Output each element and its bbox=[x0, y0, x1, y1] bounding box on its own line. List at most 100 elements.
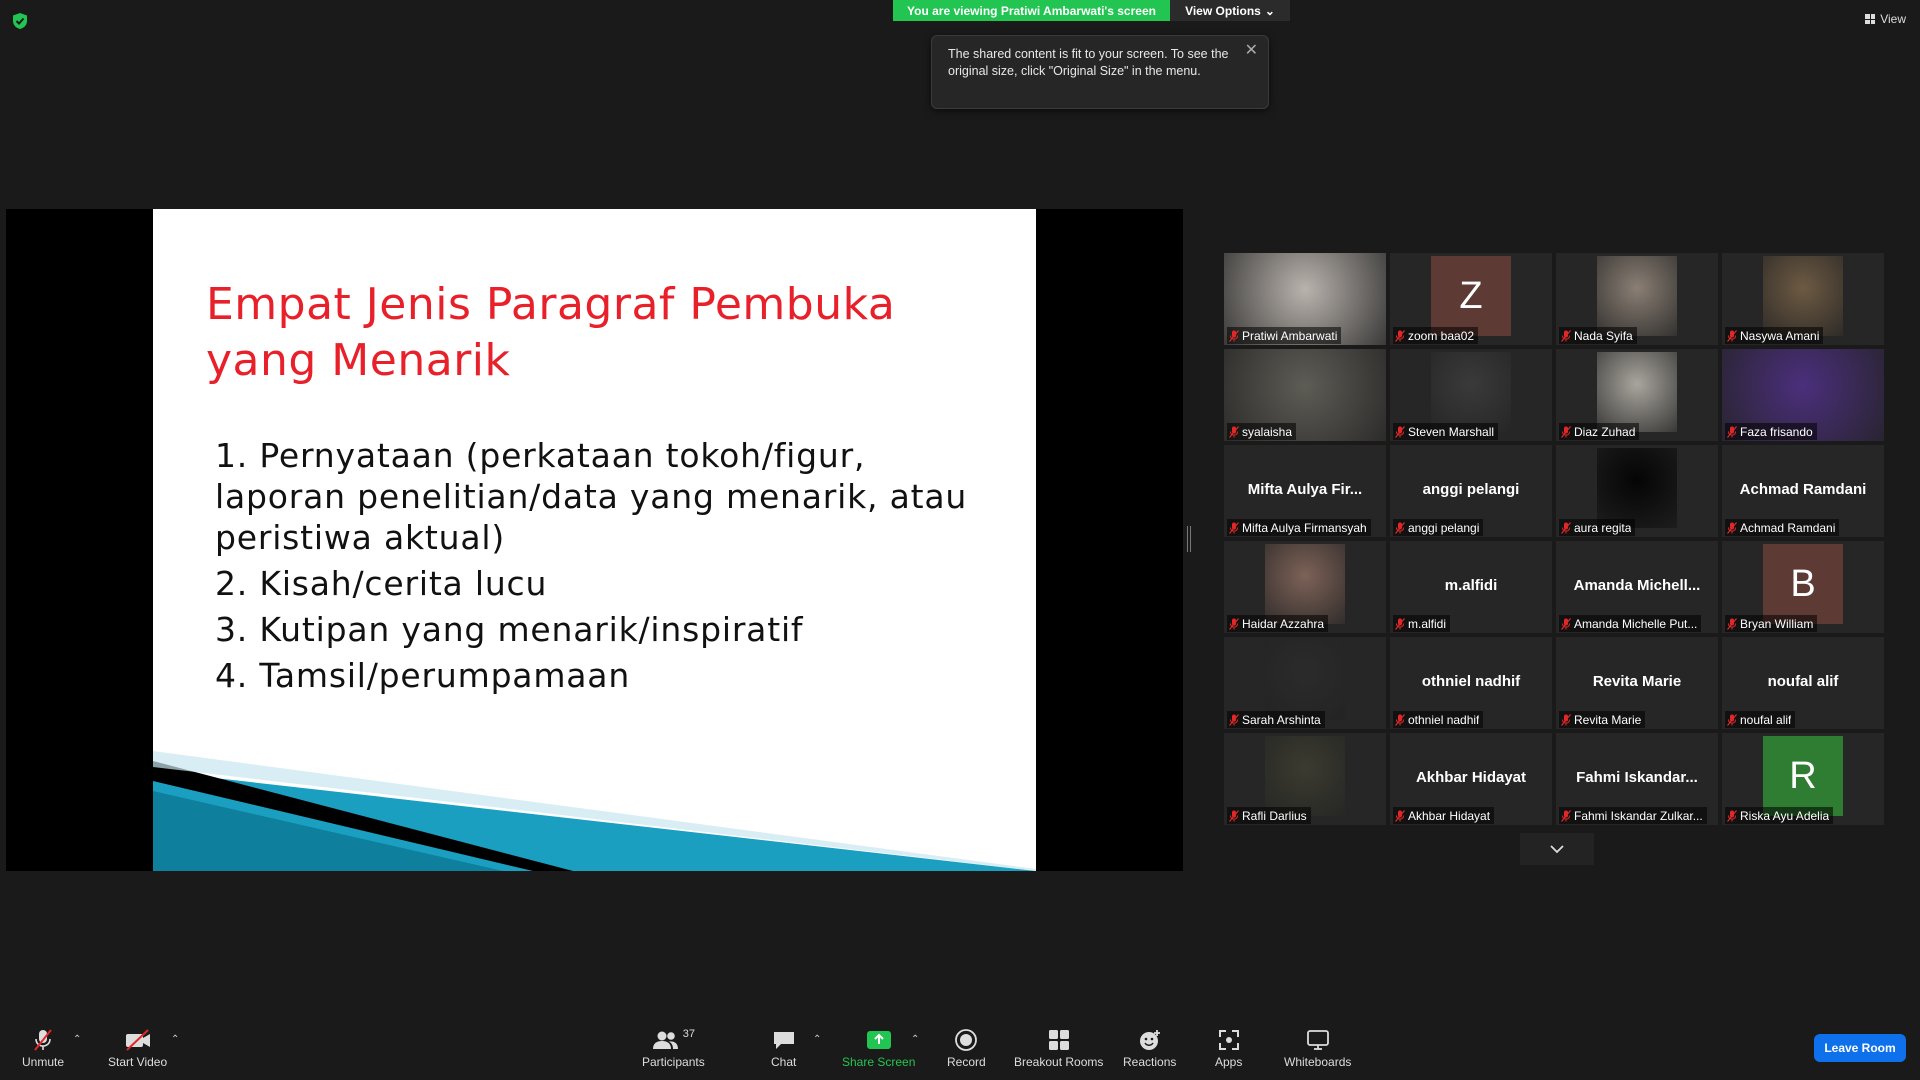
record-button[interactable]: Record bbox=[947, 1028, 986, 1069]
mic-muted-icon bbox=[1561, 521, 1571, 534]
participant-tile[interactable]: Rafli Darlius bbox=[1224, 733, 1386, 825]
shared-screen: Empat Jenis Paragraf Pembuka yang Menari… bbox=[6, 209, 1183, 871]
mic-muted-icon bbox=[1561, 425, 1571, 438]
participants-button[interactable]: 37 Participants bbox=[642, 1028, 705, 1069]
participant-tile[interactable]: Haidar Azzahra bbox=[1224, 541, 1386, 633]
participant-tile[interactable]: Faza frisando bbox=[1722, 349, 1884, 441]
participant-name: Riska Ayu Adelia bbox=[1740, 808, 1830, 823]
close-icon[interactable]: ✕ bbox=[1245, 42, 1258, 59]
participant-tile[interactable]: B Bryan William bbox=[1722, 541, 1884, 633]
participant-name-label: Pratiwi Ambarwati bbox=[1227, 327, 1342, 344]
participant-tile[interactable]: Achmad Ramdani Achmad Ramdani bbox=[1722, 445, 1884, 537]
slide-list-item: 2. Kisah/cerita lucu bbox=[215, 564, 548, 603]
share-options-caret-icon[interactable]: ⌃ bbox=[911, 1034, 919, 1045]
participant-tile[interactable]: othniel nadhif othniel nadhif bbox=[1390, 637, 1552, 729]
participant-name: Nasywa Amani bbox=[1740, 328, 1820, 343]
participant-name-label: Nada Syifa bbox=[1559, 327, 1637, 344]
participant-name-label: Steven Marshall bbox=[1393, 423, 1499, 440]
participant-name: othniel nadhif bbox=[1408, 712, 1480, 727]
view-options-label: View Options bbox=[1185, 3, 1261, 18]
slide-title-line1: Empat Jenis Paragraf Pembuka bbox=[206, 279, 896, 330]
participant-tile[interactable]: Pratiwi Ambarwati bbox=[1224, 253, 1386, 345]
whiteboards-button[interactable]: Whiteboards bbox=[1284, 1028, 1351, 1069]
slide-title-line2: yang Menarik bbox=[206, 335, 511, 386]
chevron-down-icon bbox=[1550, 844, 1564, 853]
participant-tile[interactable]: R Riska Ayu Adelia bbox=[1722, 733, 1884, 825]
leave-room-button[interactable]: Leave Room bbox=[1814, 1034, 1906, 1062]
fit-to-screen-tooltip: The shared content is fit to your screen… bbox=[931, 35, 1269, 109]
audio-options-caret-icon[interactable]: ⌃ bbox=[73, 1034, 81, 1045]
participant-name-label: Akhbar Hidayat bbox=[1393, 807, 1495, 824]
start-video-button[interactable]: Start Video bbox=[108, 1028, 167, 1069]
participant-name: Pratiwi Ambarwati bbox=[1242, 328, 1338, 343]
participant-name: Bryan William bbox=[1740, 616, 1814, 631]
apps-button[interactable]: Apps bbox=[1215, 1028, 1242, 1069]
participant-tile[interactable]: Zzoom baa02 bbox=[1390, 253, 1552, 345]
viewing-screen-banner: You are viewing Pratiwi Ambarwati's scre… bbox=[893, 0, 1170, 21]
participant-name: Amanda Michelle Put... bbox=[1574, 616, 1698, 631]
participant-display-name: noufal alif bbox=[1767, 673, 1839, 690]
participant-tile[interactable]: Steven Marshall bbox=[1390, 349, 1552, 441]
view-button[interactable]: View bbox=[1865, 12, 1906, 26]
reactions-label: Reactions bbox=[1123, 1055, 1177, 1069]
mic-muted-icon bbox=[1561, 713, 1571, 726]
mic-muted-icon bbox=[1561, 617, 1571, 630]
participant-tile[interactable]: Amanda Michell... Amanda Michelle Put... bbox=[1556, 541, 1718, 633]
start-video-label: Start Video bbox=[108, 1055, 168, 1069]
chat-label: Chat bbox=[771, 1055, 797, 1069]
mic-muted-icon bbox=[1229, 713, 1239, 726]
panel-resize-handle[interactable] bbox=[1187, 526, 1191, 552]
video-options-caret-icon[interactable]: ⌃ bbox=[171, 1034, 179, 1045]
participant-video bbox=[1265, 544, 1345, 624]
mic-muted-icon bbox=[1727, 809, 1737, 822]
mic-muted-icon bbox=[1561, 329, 1571, 342]
unmute-button[interactable]: Unmute bbox=[22, 1028, 64, 1069]
participant-tile[interactable]: Nada Syifa bbox=[1556, 253, 1718, 345]
participant-video bbox=[1431, 352, 1511, 432]
participant-tile[interactable]: syalaisha bbox=[1224, 349, 1386, 441]
participant-name-label: Diaz Zuhad bbox=[1559, 423, 1640, 440]
participant-name-label: Revita Marie bbox=[1559, 711, 1646, 728]
slide-title: Empat Jenis Paragraf Pembuka yang Menari… bbox=[206, 277, 966, 389]
breakout-rooms-label: Breakout Rooms bbox=[1014, 1055, 1104, 1069]
chat-button[interactable]: Chat bbox=[771, 1028, 796, 1069]
participant-name: noufal alif bbox=[1740, 712, 1792, 727]
avatar: Z bbox=[1431, 256, 1511, 336]
tooltip-text: The shared content is fit to your screen… bbox=[948, 47, 1229, 78]
view-label: View bbox=[1880, 12, 1906, 26]
participant-name-label: Sarah Arshinta bbox=[1227, 711, 1325, 728]
participant-tile[interactable]: Sarah Arshinta bbox=[1224, 637, 1386, 729]
share-screen-icon bbox=[866, 1031, 891, 1049]
participant-tile[interactable]: noufal alif noufal alif bbox=[1722, 637, 1884, 729]
participant-name: Haidar Azzahra bbox=[1242, 616, 1325, 631]
grid-view-icon bbox=[1865, 14, 1876, 24]
meeting-toolbar: Unmute ⌃ Start Video ⌃ 37 Participants C… bbox=[0, 1018, 1920, 1080]
participant-tile[interactable]: Revita Marie Revita Marie bbox=[1556, 637, 1718, 729]
view-options-button[interactable]: View Options ⌄ bbox=[1170, 0, 1290, 21]
slide-list: 1. Pernyataan (perkataan tokoh/figur, la… bbox=[215, 435, 1005, 701]
gallery-next-page-button[interactable] bbox=[1520, 833, 1594, 865]
participant-tile[interactable]: aura regita bbox=[1556, 445, 1718, 537]
participant-tile[interactable]: anggi pelangi anggi pelangi bbox=[1390, 445, 1552, 537]
participant-name-label: Haidar Azzahra bbox=[1227, 615, 1329, 632]
whiteboards-label: Whiteboards bbox=[1284, 1055, 1352, 1069]
participant-display-name: Amanda Michell... bbox=[1573, 577, 1701, 594]
participant-tile[interactable]: Akhbar Hidayat Akhbar Hidayat bbox=[1390, 733, 1552, 825]
participant-tile[interactable]: m.alfidi m.alfidi bbox=[1390, 541, 1552, 633]
participant-name: Rafli Darlius bbox=[1242, 808, 1307, 823]
mic-muted-icon bbox=[1727, 425, 1737, 438]
breakout-rooms-button[interactable]: Breakout Rooms bbox=[1014, 1028, 1103, 1069]
participant-tile[interactable]: Fahmi Iskandar... Fahmi Iskandar Zulkar..… bbox=[1556, 733, 1718, 825]
share-screen-button[interactable]: Share Screen bbox=[842, 1028, 915, 1069]
reactions-button[interactable]: Reactions bbox=[1123, 1028, 1176, 1069]
participant-tile[interactable]: Mifta Aulya Fir... Mifta Aulya Firmansyah bbox=[1224, 445, 1386, 537]
participant-name-label: Faza frisando bbox=[1725, 423, 1817, 440]
mic-muted-icon bbox=[1727, 329, 1737, 342]
participant-tile[interactable]: Nasywa Amani bbox=[1722, 253, 1884, 345]
participant-video bbox=[1597, 352, 1677, 432]
participant-display-name: anggi pelangi bbox=[1422, 481, 1520, 498]
mic-muted-icon bbox=[1229, 617, 1239, 630]
security-shield-icon[interactable] bbox=[12, 12, 28, 30]
chat-options-caret-icon[interactable]: ⌃ bbox=[813, 1034, 821, 1045]
participant-tile[interactable]: Diaz Zuhad bbox=[1556, 349, 1718, 441]
